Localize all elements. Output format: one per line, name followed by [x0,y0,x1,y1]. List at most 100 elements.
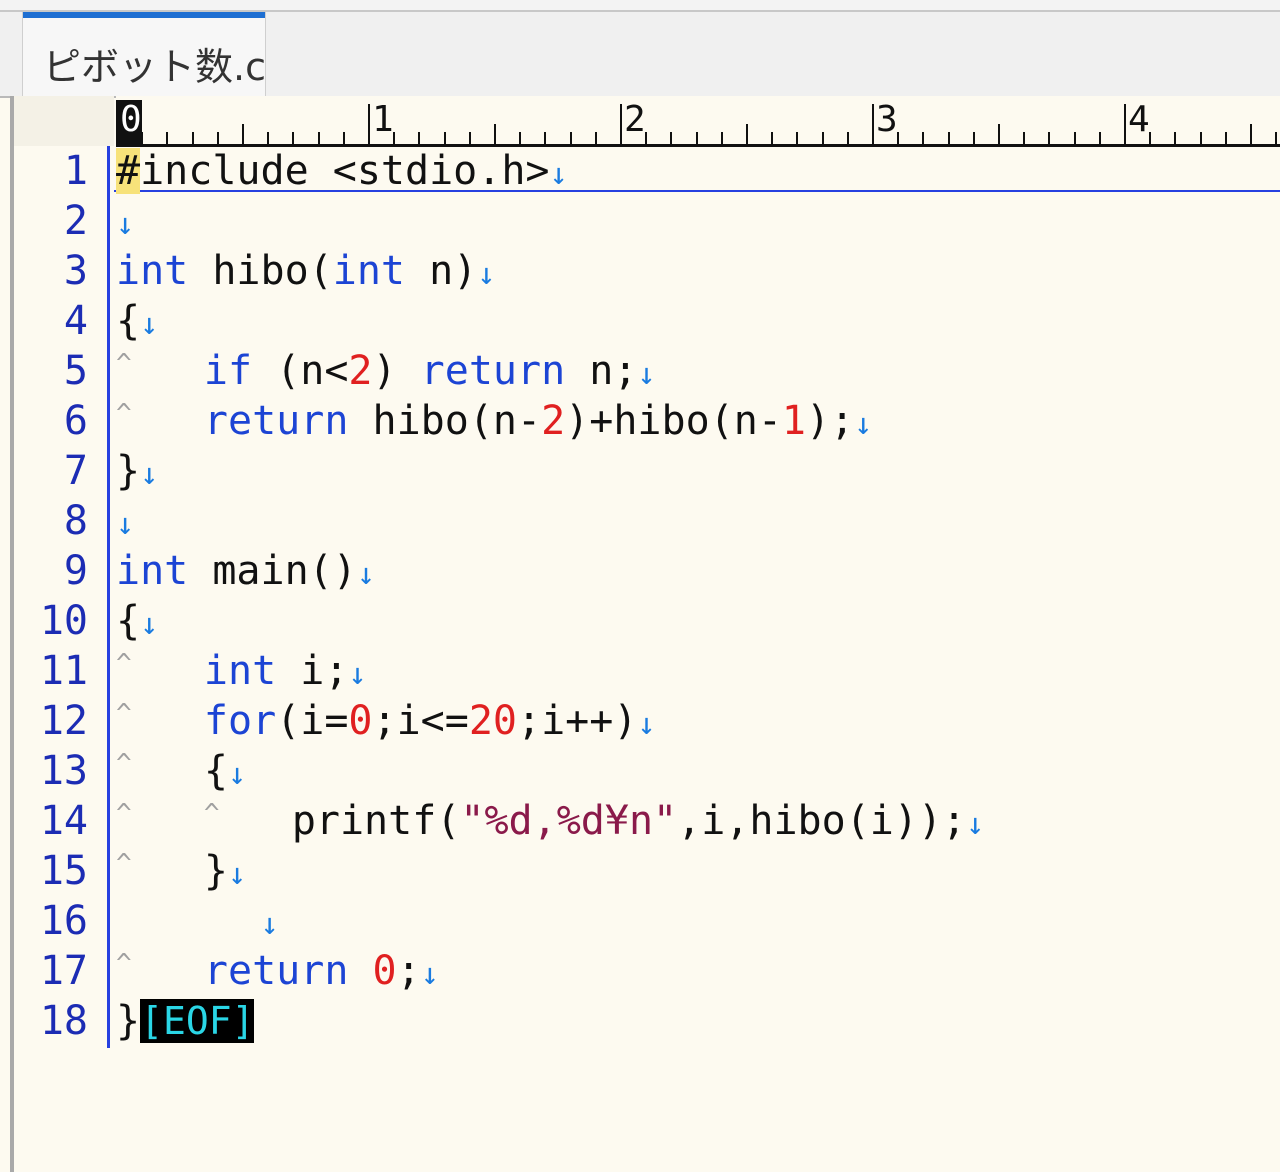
code-line[interactable]: ^ for(i=0;i<=20;i++)↓ [116,696,655,746]
ruler-tick [468,132,471,144]
newline-marker-icon: ↓ [140,457,159,492]
ruler-tick [1275,132,1278,144]
newline-marker-icon: ↓ [356,557,375,592]
ruler-tick [544,132,547,144]
ruler-tick [720,132,723,144]
ruler-tick [418,132,421,144]
code-line[interactable]: ↓ [116,896,279,946]
line-number: 8 [63,498,88,544]
ruler-tick [1073,132,1076,144]
line-number: 2 [63,198,88,244]
keyword: int [116,248,189,294]
code-line[interactable]: }[EOF] [116,996,255,1046]
keyword: return [203,398,349,444]
newline-marker-icon: ↓ [966,807,985,842]
ruler-label-3: 3 [876,99,898,140]
file-tab[interactable]: ピボット数.c [22,12,266,96]
ruler-tick [645,132,648,144]
window-top-edge [0,0,1280,12]
code-line[interactable]: ↓ [116,196,134,246]
number-literal: 2 [348,348,373,394]
code-text: (n< [252,348,349,394]
code-text: { [116,298,141,344]
ruler-tick [368,104,370,144]
code-text: { [203,748,228,794]
text-cursor: # [116,148,141,194]
newline-marker-icon: ↓ [348,657,367,692]
code-line[interactable]: {↓ [116,596,158,646]
line-number: 11 [39,648,88,694]
keyword: for [203,698,277,744]
newline-marker-icon: ↓ [477,257,496,292]
line-number: 12 [39,698,88,744]
code-line[interactable]: }↓ [116,446,158,496]
line-number: 7 [63,448,88,494]
code-line[interactable]: ^ return hibo(n-2)+hibo(n-1);↓ [116,396,872,446]
code-text: ) [372,348,421,394]
code-line[interactable]: int hibo(int n)↓ [116,246,495,296]
ruler-tick [594,132,597,144]
code-line[interactable]: ^ int i;↓ [116,646,366,696]
ruler-label-0: 0 [120,99,142,140]
tab-marker-icon: ^ [116,799,132,829]
number-literal: 0 [372,948,397,994]
code-text: ); [806,398,855,444]
tab-marker-icon: ^ [116,749,132,779]
ruler-tick [1098,132,1101,144]
file-tab-label: ピボット数.c [43,45,266,89]
tab-marker-icon: ^ [116,349,132,379]
code-text: n; [565,348,638,394]
keyword: int [332,248,405,294]
keyword: return [203,948,349,994]
newline-marker-icon: ↓ [420,957,439,992]
line-number: 5 [63,348,88,394]
line-number: 1 [63,148,88,194]
keyword: if [203,348,253,394]
string-literal: "%d,%d¥n" [460,798,678,844]
ruler-tick [922,132,925,144]
code-line[interactable]: int main()↓ [116,546,375,596]
code-text: } [116,998,141,1044]
number-literal: 2 [541,398,566,444]
tab-marker-icon: ^ [116,699,132,729]
eof-marker: [EOF] [140,999,255,1043]
number-literal: 0 [348,698,373,744]
ruler-tick [1048,132,1051,144]
code-text: { [116,598,141,644]
code-line[interactable]: ^ return 0;↓ [116,946,439,996]
ruler-tick [972,132,975,144]
gutter-separator [107,146,110,1048]
ruler-tick [846,132,849,144]
ruler-label-4: 4 [1128,99,1150,140]
code-line[interactable]: ^ if (n<2) return n;↓ [116,346,655,396]
ruler-tick [1023,132,1026,144]
newline-marker-icon: ↓ [260,907,279,942]
tab-marker-icon: ^ [116,399,132,429]
ruler-tick [292,132,295,144]
newline-marker-icon: ↓ [549,157,568,192]
code-line[interactable]: ^ ^ printf("%d,%d¥n",i,hibo(i));↓ [116,796,984,846]
code-line[interactable]: #include <stdio.h>↓ [116,146,568,196]
ruler-tick [1250,124,1252,144]
newline-marker-icon: ↓ [140,307,159,342]
code-line[interactable]: ^ }↓ [116,846,246,896]
code-text: hibo(n- [348,398,542,444]
column-ruler[interactable]: 0 1 2 3 4 [116,96,1280,147]
ruler-tick [872,104,874,144]
code-line[interactable]: ^ {↓ [116,746,246,796]
ruler-tick [443,132,446,144]
ruler-tick [1224,132,1227,144]
line-number: 4 [63,298,88,344]
tab-marker-icon: ^ [203,799,220,829]
keyword: int [203,648,277,694]
line-number: 3 [63,248,88,294]
code-text: n) [405,248,478,294]
ruler-tick [821,132,824,144]
code-line[interactable]: {↓ [116,296,158,346]
tab-strip: ピボット数.c [0,12,1280,98]
line-number: 18 [39,998,88,1044]
code-line[interactable]: ↓ [116,496,134,546]
newline-marker-icon: ↓ [140,607,159,642]
ruler-tick [216,132,219,144]
ruler-tick [242,124,244,144]
